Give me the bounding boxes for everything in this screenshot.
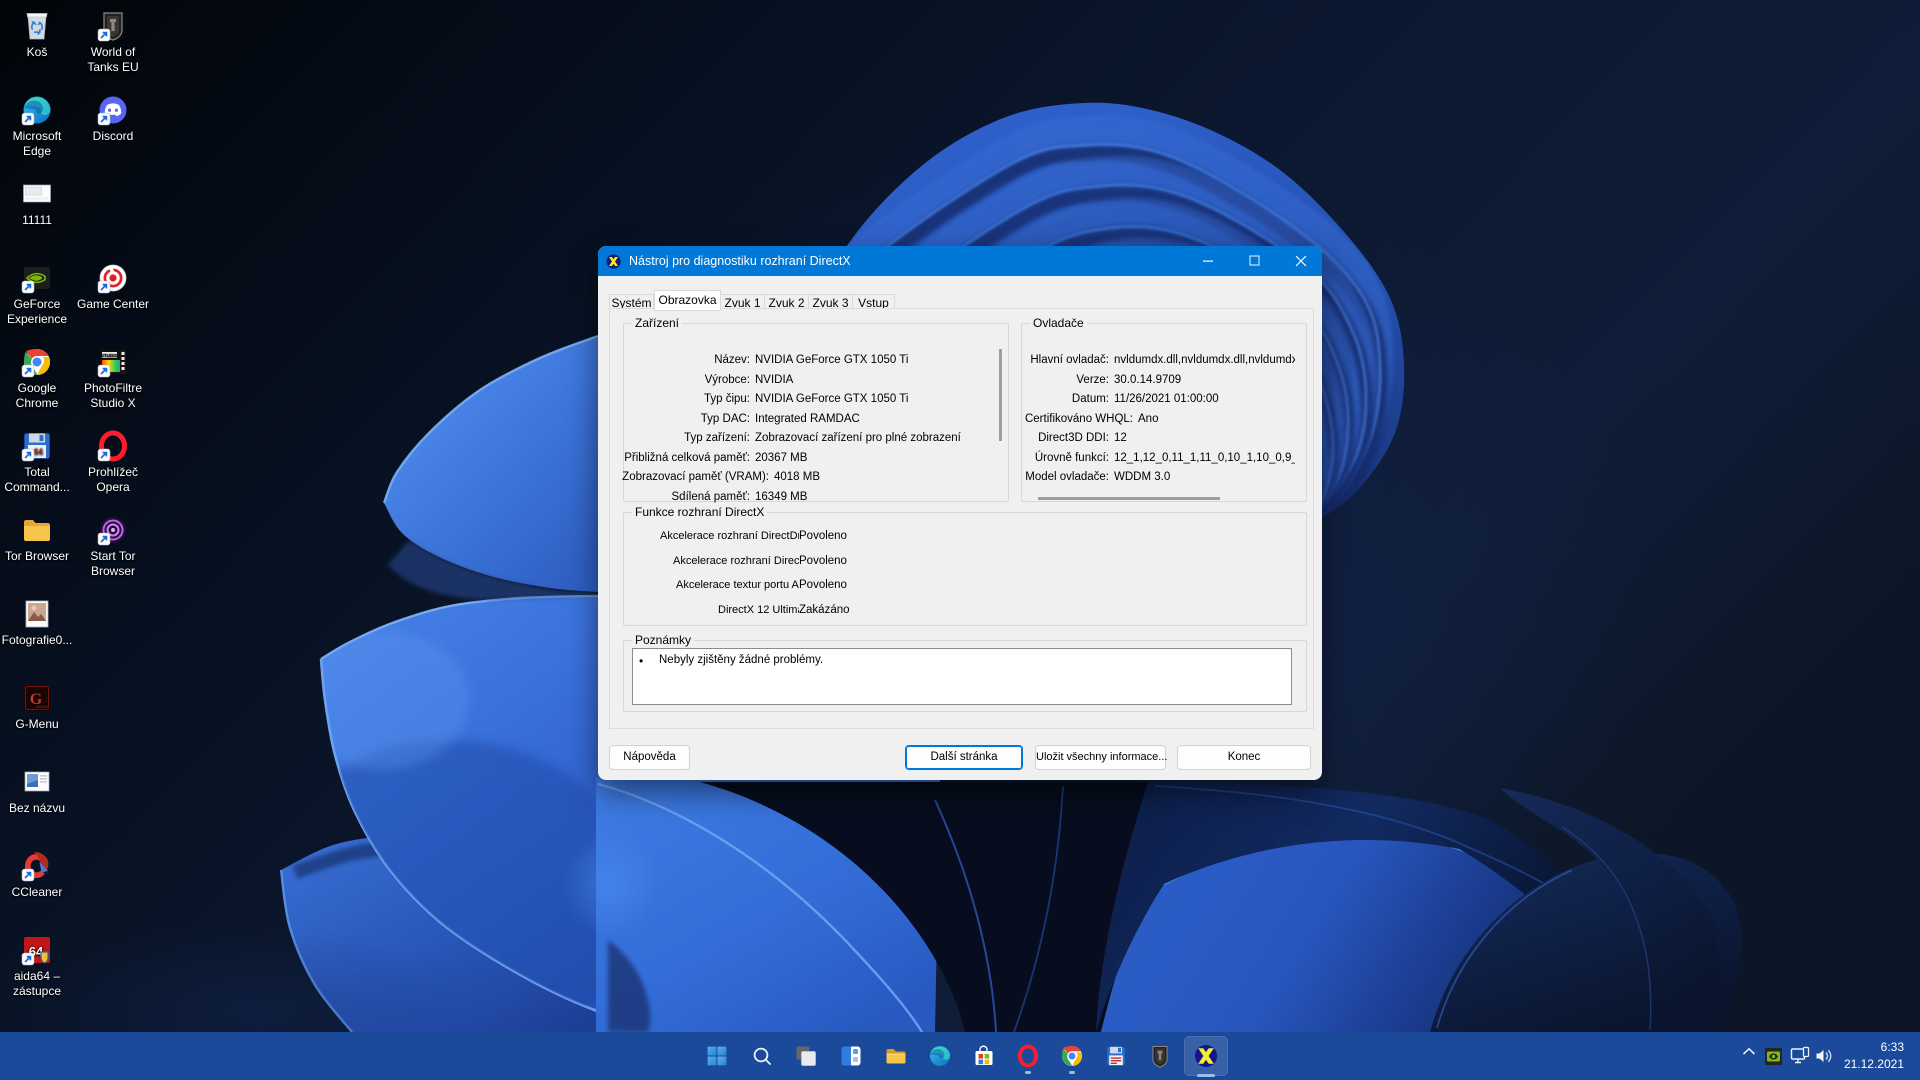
svg-text:MENU: MENU bbox=[36, 704, 48, 709]
svg-text:STUDIO: STUDIO bbox=[101, 353, 119, 358]
